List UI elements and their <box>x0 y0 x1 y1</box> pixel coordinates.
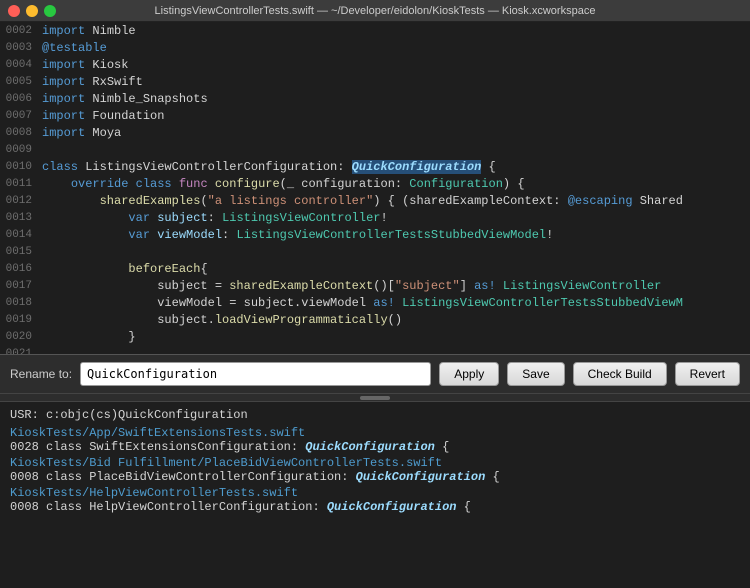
code-line-0008: 0008 import Moya <box>0 124 750 141</box>
result-item-3: KioskTests/HelpViewControllerTests.swift… <box>10 486 740 514</box>
code-line-0004: 0004 import Kiosk <box>0 56 750 73</box>
rename-input[interactable] <box>80 362 431 386</box>
code-line-0014: 0014 var viewModel: ListingsViewControll… <box>0 226 750 243</box>
code-editor: 0002 import Nimble 0003 @testable 0004 i… <box>0 22 750 354</box>
code-line-0019: 0019 subject.loadViewProgrammatically() <box>0 311 750 328</box>
revert-button[interactable]: Revert <box>675 362 740 386</box>
code-line-0010: 0010 class ListingsViewControllerConfigu… <box>0 158 750 175</box>
code-line-0018: 0018 viewModel = subject.viewModel as! L… <box>0 294 750 311</box>
code-line-0017: 0017 subject = sharedExampleContext()["s… <box>0 277 750 294</box>
divider-handle[interactable] <box>360 396 390 400</box>
result-code-3: 0008 class HelpViewControllerConfigurati… <box>10 500 471 514</box>
result-item-2: KioskTests/Bid Fulfillment/PlaceBidViewC… <box>10 456 740 484</box>
minimize-button[interactable] <box>26 5 38 17</box>
rename-label: Rename to: <box>10 367 72 381</box>
code-line-0006: 0006 import Nimble_Snapshots <box>0 90 750 107</box>
code-line-0003: 0003 @testable <box>0 39 750 56</box>
window-controls[interactable] <box>8 5 56 17</box>
code-line-0005: 0005 import RxSwift <box>0 73 750 90</box>
code-line-0012: 0012 sharedExamples("a listings controll… <box>0 192 750 209</box>
results-area: USR: c:objc(cs)QuickConfiguration KioskT… <box>0 402 750 588</box>
maximize-button[interactable] <box>44 5 56 17</box>
title-bar: ListingsViewControllerTests.swift — ~/De… <box>0 0 750 22</box>
rename-bar: Rename to: Apply Save Check Build Revert <box>0 354 750 394</box>
window-title: ListingsViewControllerTests.swift — ~/De… <box>155 5 596 17</box>
code-line-0021: 0021 <box>0 345 750 354</box>
result-link-3[interactable]: KioskTests/HelpViewControllerTests.swift <box>10 486 740 500</box>
apply-button[interactable]: Apply <box>439 362 499 386</box>
code-line-0016: 0016 beforeEach{ <box>0 260 750 277</box>
result-link-1[interactable]: KioskTests/App/SwiftExtensionsTests.swif… <box>10 426 740 440</box>
result-code-2: 0008 class PlaceBidViewControllerConfigu… <box>10 470 500 484</box>
code-line-0002: 0002 import Nimble <box>0 22 750 39</box>
check-build-button[interactable]: Check Build <box>573 362 667 386</box>
code-line-0007: 0007 import Foundation <box>0 107 750 124</box>
result-code-1: 0028 class SwiftExtensionsConfiguration:… <box>10 440 449 454</box>
close-button[interactable] <box>8 5 20 17</box>
usr-line: USR: c:objc(cs)QuickConfiguration <box>10 408 740 422</box>
save-button[interactable]: Save <box>507 362 564 386</box>
divider <box>0 394 750 402</box>
code-line-0009: 0009 <box>0 141 750 158</box>
result-link-2[interactable]: KioskTests/Bid Fulfillment/PlaceBidViewC… <box>10 456 740 470</box>
code-line-0013: 0013 var subject: ListingsViewController… <box>0 209 750 226</box>
code-line-0020: 0020 } <box>0 328 750 345</box>
result-item-1: KioskTests/App/SwiftExtensionsTests.swif… <box>10 426 740 454</box>
code-line-0011: 0011 override class func configure(_ con… <box>0 175 750 192</box>
code-line-0015: 0015 <box>0 243 750 260</box>
